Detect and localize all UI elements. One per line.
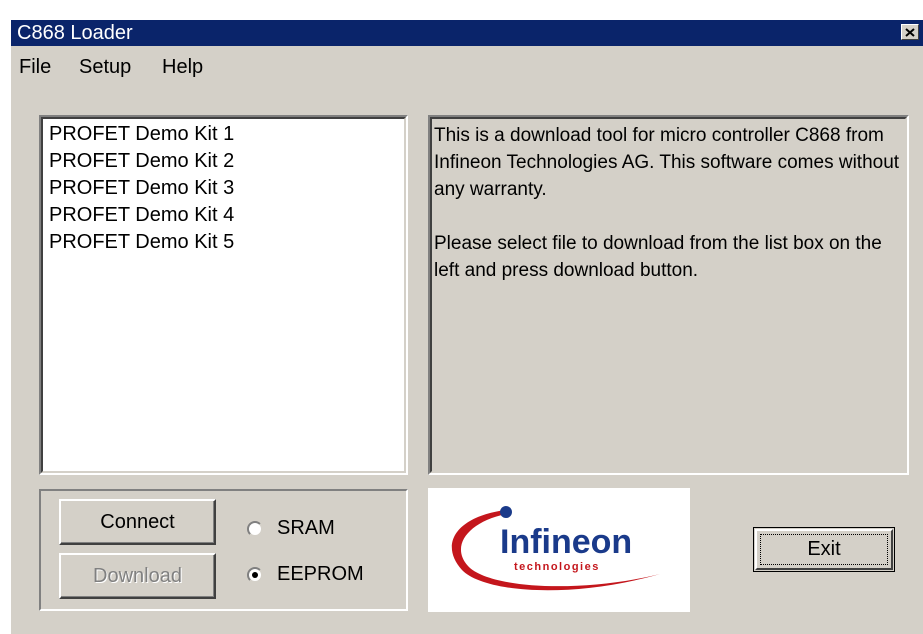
close-x-icon	[905, 27, 915, 37]
menu-setup[interactable]: Setup	[79, 56, 131, 79]
info-panel: This is a download tool for micro contro…	[428, 115, 909, 475]
logo-brand-text: Infineon	[500, 523, 632, 561]
connect-button[interactable]: Connect	[59, 499, 216, 545]
list-item[interactable]: PROFET Demo Kit 4	[49, 202, 234, 229]
menu-bar: File Setup Help	[11, 50, 923, 78]
logo-tagline-text: technologies	[514, 561, 600, 573]
infineon-logo: Infineon technologies	[428, 488, 690, 612]
info-paragraph-1: This is a download tool for micro contro…	[434, 125, 900, 200]
info-paragraph-2: Please select file to download from the …	[434, 233, 882, 281]
radio-eeprom[interactable]: EEPROM	[247, 563, 364, 586]
info-text: This is a download tool for micro contro…	[434, 122, 904, 284]
window-title: C868 Loader	[17, 22, 133, 44]
menu-file[interactable]: File	[19, 56, 51, 79]
app-window: C868 Loader File Setup Help PROFET Demo …	[9, 18, 923, 634]
list-item[interactable]: PROFET Demo Kit 3	[49, 175, 234, 202]
connect-button-label: Connect	[100, 510, 175, 533]
radio-eeprom-label: EEPROM	[277, 563, 364, 585]
download-button-label: Download	[93, 564, 182, 587]
close-button[interactable]	[901, 24, 919, 40]
radio-unselected-icon	[247, 520, 263, 537]
list-item[interactable]: PROFET Demo Kit 2	[49, 148, 234, 175]
exit-button[interactable]: Exit	[753, 527, 895, 572]
file-list: PROFET Demo Kit 1 PROFET Demo Kit 2 PROF…	[49, 121, 234, 256]
list-item[interactable]: PROFET Demo Kit 5	[49, 229, 234, 256]
list-item[interactable]: PROFET Demo Kit 1	[49, 121, 234, 148]
radio-sram[interactable]: SRAM	[247, 517, 335, 540]
radio-selected-icon	[247, 566, 263, 583]
radio-sram-label: SRAM	[277, 517, 335, 539]
menu-help[interactable]: Help	[162, 56, 203, 79]
infineon-logo-icon: Infineon technologies	[451, 506, 660, 591]
exit-button-label: Exit	[807, 538, 841, 560]
file-list-box[interactable]: PROFET Demo Kit 1 PROFET Demo Kit 2 PROF…	[39, 115, 408, 475]
controls-group: Connect Download SRAM EEPROM	[39, 489, 408, 611]
download-button[interactable]: Download	[59, 553, 216, 599]
title-bar[interactable]: C868 Loader	[11, 20, 923, 46]
